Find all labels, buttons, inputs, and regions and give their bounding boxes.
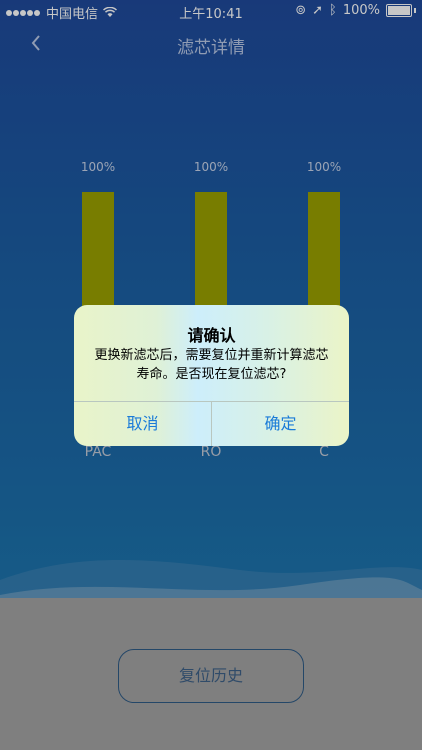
dialog-message: 更换新滤芯后，需要复位并重新计算滤芯寿命。是否现在复位滤芯? bbox=[94, 348, 329, 382]
cancel-button[interactable]: 取消 bbox=[74, 401, 211, 446]
confirm-button[interactable]: 确定 bbox=[212, 401, 349, 446]
confirm-dialog: 请确认 更换新滤芯后，需要复位并重新计算滤芯寿命。是否现在复位滤芯? 取消 确定 bbox=[74, 305, 349, 446]
dialog-title: 请确认 bbox=[187, 326, 236, 345]
